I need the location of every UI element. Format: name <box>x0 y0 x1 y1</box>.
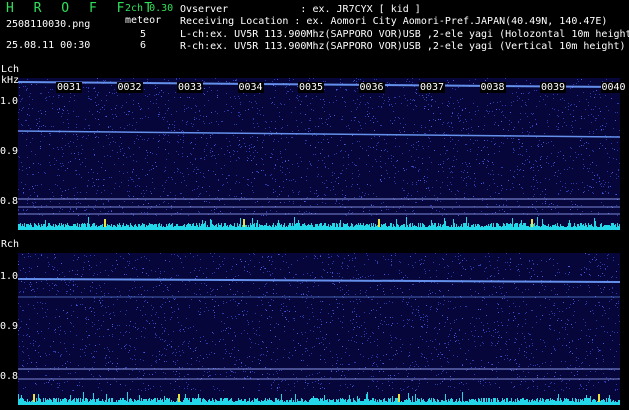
minute-marker: 0040 <box>600 82 627 93</box>
lch-spectrogram[interactable] <box>18 78 620 230</box>
location-line: Receiving Location : ex. Aomori City Aom… <box>180 16 608 27</box>
channel-mode: 2ch 0.30 <box>125 3 174 14</box>
meteor-count-l: 5 <box>140 29 147 40</box>
lch-info-line: L-ch:ex. UV5R 113.900Mhz(SAPPORO VOR)USB… <box>180 29 629 40</box>
lch-tick-1.0: 1.0 <box>0 96 19 107</box>
minute-marker: 0032 <box>116 82 143 93</box>
lch-label: Lch <box>1 64 20 75</box>
minute-marker: 0034 <box>237 82 264 93</box>
minute-marker: 0036 <box>358 82 385 93</box>
meteor-count-r: 6 <box>140 40 147 51</box>
minute-marker: 0033 <box>177 82 204 93</box>
rch-label: Rch <box>1 239 20 250</box>
lch-tick-0.8: 0.8 <box>0 196 19 207</box>
image-filename: 2508110030.png <box>6 19 91 30</box>
rch-info-line: R-ch:ex. UV5R 113.900Mhz(SAPPORO VOR)USB… <box>180 41 626 52</box>
lch-unit: kHz <box>1 75 20 86</box>
minute-marker: 0039 <box>540 82 567 93</box>
minute-marker: 0038 <box>479 82 506 93</box>
meteor-label: meteor <box>125 15 162 26</box>
observer-line: Ovserver : ex. JR7CYX [ kid ] <box>180 4 421 15</box>
rch-tick-1.0: 1.0 <box>0 271 19 282</box>
rch-tick-0.8: 0.8 <box>0 371 19 382</box>
minute-marker: 0035 <box>298 82 325 93</box>
lch-tick-0.9: 0.9 <box>0 146 19 157</box>
date-time: 25.08.11 00:30 <box>6 40 91 51</box>
minute-marker: 0031 <box>56 82 83 93</box>
rch-tick-0.9: 0.9 <box>0 321 19 332</box>
minute-marker: 0037 <box>419 82 446 93</box>
rch-spectrogram[interactable] <box>18 253 620 405</box>
